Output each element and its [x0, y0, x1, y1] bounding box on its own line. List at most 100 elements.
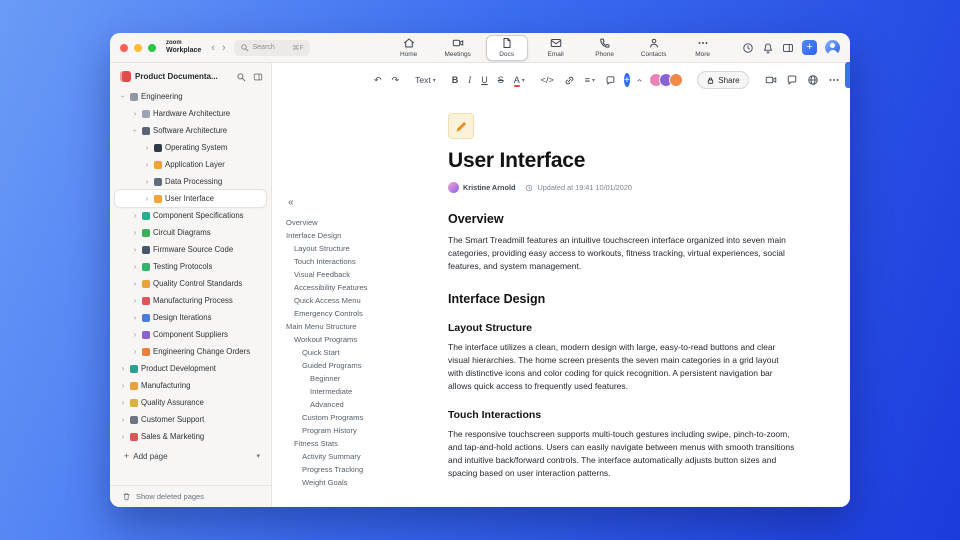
sidebar-item[interactable]: › Manufacturing Process	[115, 292, 266, 309]
chevron-right-icon[interactable]: ›	[131, 330, 139, 339]
bell-button[interactable]	[762, 42, 774, 54]
chevron-right-icon[interactable]: ›	[131, 262, 139, 271]
chevron-right-icon[interactable]: ›	[119, 415, 127, 424]
new-button[interactable]: +	[802, 40, 817, 55]
bubble-button[interactable]	[786, 74, 798, 86]
link-button[interactable]	[562, 71, 577, 89]
underline-button[interactable]: U	[479, 71, 490, 89]
outline-item[interactable]: Overview	[286, 216, 442, 229]
share-button[interactable]: Share	[697, 71, 749, 89]
chevron-right-icon[interactable]: ›	[131, 296, 139, 305]
chevron-right-icon[interactable]: ›	[131, 347, 139, 356]
tab-email[interactable]: Email	[535, 35, 577, 61]
sidebar-item[interactable]: › Engineering	[115, 88, 266, 105]
forward-button[interactable]: ›	[222, 42, 226, 54]
close-button[interactable]	[120, 43, 128, 52]
dots-button[interactable]	[828, 74, 840, 86]
italic-button[interactable]: I	[466, 71, 473, 89]
sidebar-item[interactable]: › Hardware Architecture	[115, 105, 266, 122]
outline-item[interactable]: Main Menu Structure	[286, 320, 442, 333]
tab-docs[interactable]: Docs	[485, 34, 528, 61]
sidebar-item[interactable]: › Application Layer	[115, 156, 266, 173]
back-button[interactable]: ‹	[211, 42, 215, 54]
outline-item[interactable]: Interface Design	[286, 229, 442, 242]
outline-item[interactable]: Activity Summary	[286, 450, 442, 463]
sidebar-item[interactable]: › Customer Support	[115, 411, 266, 428]
tab-phone[interactable]: Phone	[584, 35, 626, 61]
sidebar-item[interactable]: › Design Iterations	[115, 309, 266, 326]
outline-item[interactable]: Touch Interactions	[286, 255, 442, 268]
user-avatar[interactable]	[825, 40, 840, 55]
panel-button[interactable]	[782, 42, 794, 54]
sidebar-item[interactable]: › Operating System	[115, 139, 266, 156]
sidebar-item[interactable]: › Component Specifications	[115, 207, 266, 224]
sidebar-item[interactable]: › Quality Assurance	[115, 394, 266, 411]
chevron-right-icon[interactable]: ›	[131, 313, 139, 322]
sidebar-item[interactable]: › Quality Control Standards	[115, 275, 266, 292]
global-search-input[interactable]: Search ⌘F	[233, 39, 310, 56]
chevron-right-icon[interactable]: ›	[143, 177, 151, 186]
tab-meetings[interactable]: Meetings	[437, 35, 479, 61]
outline-item[interactable]: Program History	[286, 424, 442, 437]
chevron-down-icon[interactable]: ›	[131, 127, 140, 135]
code-button[interactable]: </>	[539, 71, 556, 89]
sidebar-search-icon[interactable]	[236, 72, 246, 82]
bold-button[interactable]: B	[450, 71, 461, 89]
sidebar-item[interactable]: › Software Architecture	[115, 122, 266, 139]
globe-button[interactable]	[807, 74, 819, 86]
show-deleted-button[interactable]: Show deleted pages	[110, 485, 271, 507]
outline-item[interactable]: Emergency Controls	[286, 307, 442, 320]
outline-item[interactable]: Beginner	[286, 372, 442, 385]
text-color-button[interactable]: A ▾	[512, 71, 527, 89]
chevron-right-icon[interactable]: ›	[131, 245, 139, 254]
outline-item[interactable]: Quick Start	[286, 346, 442, 359]
minimize-button[interactable]	[134, 43, 142, 52]
insert-button[interactable]: +	[624, 73, 630, 87]
chevron-down-icon[interactable]: ›	[119, 93, 128, 101]
collapse-toolbar-button[interactable]: ›	[634, 71, 645, 89]
chevron-right-icon[interactable]: ›	[131, 211, 139, 220]
sidebar-item[interactable]: › Product Development	[115, 360, 266, 377]
text-style-select[interactable]: Text ▾	[413, 71, 438, 89]
tab-contacts[interactable]: Contacts	[633, 35, 675, 61]
outline-item[interactable]: Progress Tracking	[286, 463, 442, 476]
chevron-right-icon[interactable]: ›	[143, 194, 151, 203]
sidebar-item[interactable]: › Firmware Source Code	[115, 241, 266, 258]
chevron-right-icon[interactable]: ›	[119, 364, 127, 373]
outline-item[interactable]: Workout Programs	[286, 333, 442, 346]
video-button[interactable]	[765, 74, 777, 86]
maximize-button[interactable]	[148, 43, 156, 52]
sidebar-item[interactable]: › Sales & Marketing	[115, 428, 266, 445]
chevron-right-icon[interactable]: ›	[119, 398, 127, 407]
outline-item[interactable]: Intermediate	[286, 385, 442, 398]
comment-button[interactable]	[603, 71, 618, 89]
undo-button[interactable]: ↶	[372, 71, 384, 89]
outline-item[interactable]: Accessibility Features	[286, 281, 442, 294]
redo-button[interactable]: ↷	[390, 71, 402, 89]
strikethrough-button[interactable]: S	[496, 71, 506, 89]
tab-home[interactable]: Home	[388, 35, 430, 61]
collapse-outline-button[interactable]: «	[288, 197, 300, 208]
chevron-right-icon[interactable]: ›	[131, 109, 139, 118]
outline-item[interactable]: Advanced	[286, 398, 442, 411]
clock-button[interactable]	[742, 42, 754, 54]
collapse-sidebar-icon[interactable]	[253, 72, 263, 82]
outline-item[interactable]: Visual Feedback	[286, 268, 442, 281]
sidebar-item[interactable]: › Testing Protocols	[115, 258, 266, 275]
side-panel-handle[interactable]	[845, 62, 850, 88]
sidebar-item[interactable]: › Data Processing	[115, 173, 266, 190]
collaborator-avatar[interactable]	[669, 73, 684, 87]
outline-item[interactable]: Quick Access Menu	[286, 294, 442, 307]
outline-item[interactable]: Layout Structure	[286, 242, 442, 255]
outline-item[interactable]: Custom Programs	[286, 411, 442, 424]
document-body[interactable]: User Interface Kristine Arnold Updated a…	[442, 93, 850, 507]
sidebar-item[interactable]: › Manufacturing	[115, 377, 266, 394]
tab-more[interactable]: More	[682, 35, 724, 61]
list-button[interactable]: ≡ ▾	[583, 71, 597, 89]
outline-item[interactable]: Weight Goals	[286, 476, 442, 489]
add-page-button[interactable]: + Add page ▾	[115, 447, 266, 465]
sidebar-item[interactable]: › Engineering Change Orders	[115, 343, 266, 360]
chevron-right-icon[interactable]: ›	[131, 279, 139, 288]
sidebar-item[interactable]: › User Interface	[115, 190, 266, 207]
sidebar-item[interactable]: › Circuit Diagrams	[115, 224, 266, 241]
